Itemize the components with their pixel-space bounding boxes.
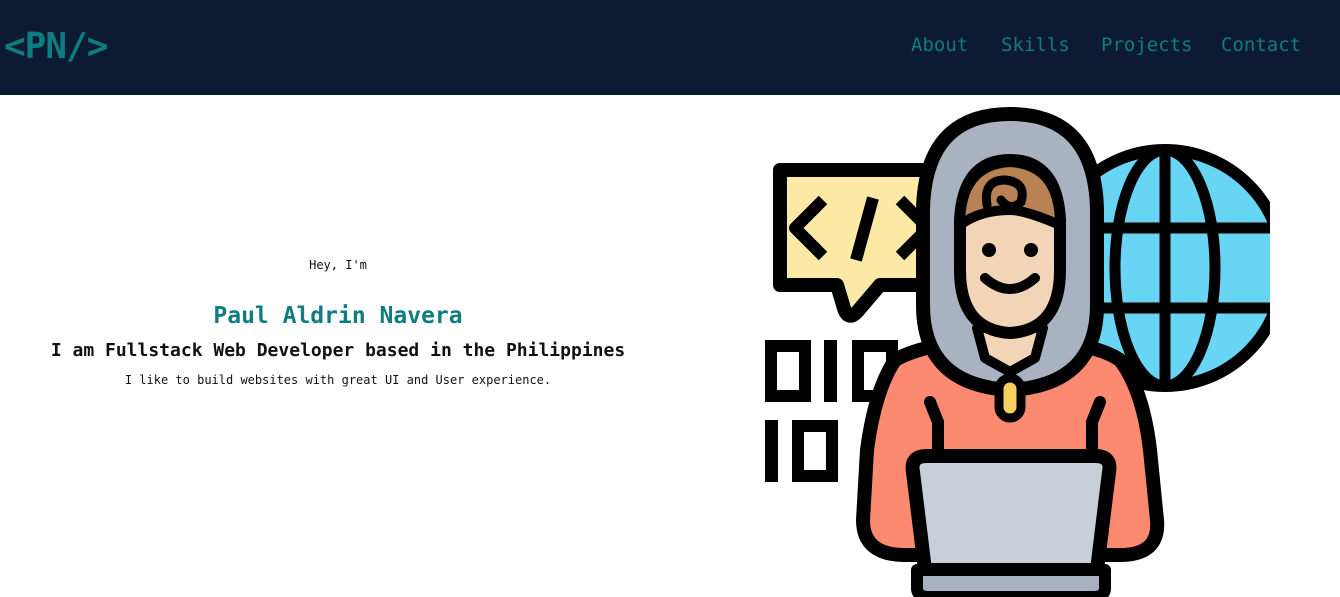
hero-description: I like to build websites with great UI a… <box>124 373 552 387</box>
nav-link-contact[interactable]: Contact <box>1221 32 1301 58</box>
hero-greeting: Hey, I'm <box>309 258 367 272</box>
nav-link-skills[interactable]: Skills <box>1001 32 1070 58</box>
nav-link-about[interactable]: About <box>911 32 968 58</box>
main-nav: About Skills Projects Contact <box>0 32 1340 58</box>
navbar: <PN/> About Skills Projects Contact <box>0 0 1340 95</box>
developer-with-laptop-icon <box>765 106 1270 597</box>
hero-name: Paul Aldrin Navera <box>213 303 463 329</box>
nav-link-projects[interactable]: Projects <box>1101 32 1193 58</box>
hero-tagline: I am Fullstack Web Developer based in th… <box>50 340 626 361</box>
hero-intro: Hey, I'm Paul Aldrin Navera I am Fullsta… <box>0 255 676 388</box>
